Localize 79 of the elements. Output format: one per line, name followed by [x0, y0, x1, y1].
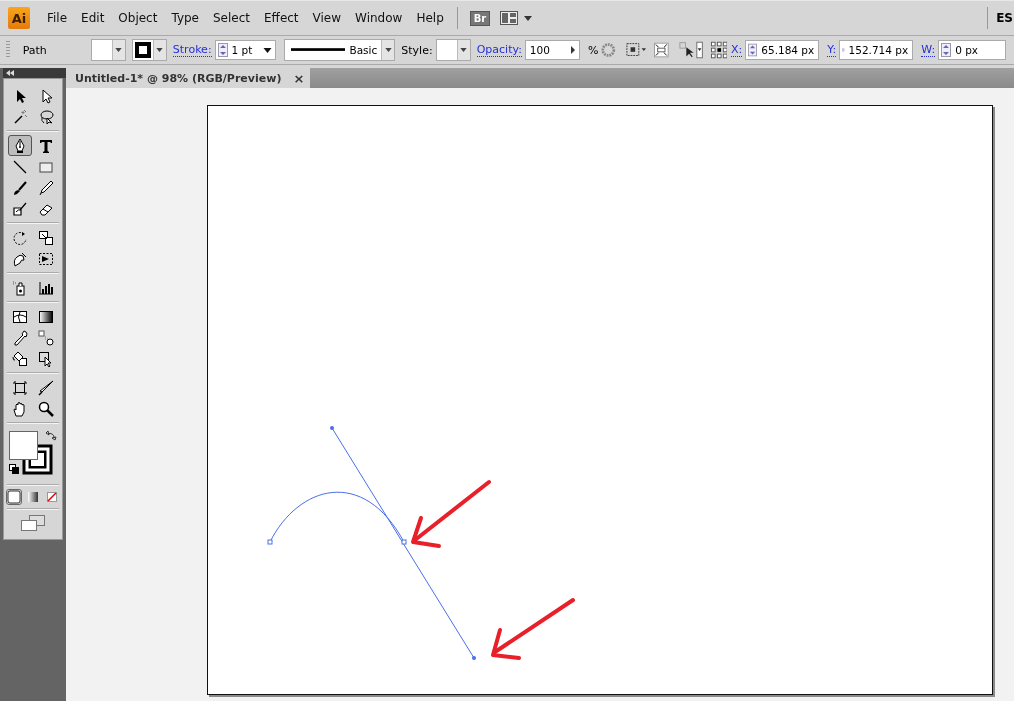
fill-swatch-dropdown[interactable]: [90, 39, 126, 61]
style-swatch-dropdown[interactable]: [435, 39, 471, 61]
brush-icon: [12, 179, 28, 196]
pencil-icon: [38, 179, 54, 196]
recolor-icon[interactable]: [601, 42, 616, 58]
stroke-link[interactable]: Stroke:: [172, 43, 212, 57]
blob-brush-icon: [12, 200, 28, 217]
mesh-icon: [12, 308, 28, 325]
gradient-mode-icon: [26, 490, 40, 504]
play-icon[interactable]: [570, 46, 575, 54]
lasso-icon: [38, 108, 54, 125]
grip-handle[interactable]: [6, 41, 10, 59]
stroke-line-icon: [291, 48, 346, 52]
reference-point-icon[interactable]: [710, 41, 727, 59]
caret-icon: [460, 48, 468, 52]
fill-mode-button[interactable]: [44, 489, 60, 505]
align-icon[interactable]: [626, 42, 647, 58]
stroke-weight-field[interactable]: 1 pt: [214, 40, 277, 60]
caret-icon: [156, 48, 164, 52]
menu-item[interactable]: Effect: [257, 11, 306, 25]
app-logo: Ai: [8, 7, 30, 29]
caret-icon: [384, 48, 392, 52]
bridge-button[interactable]: Br: [469, 10, 491, 26]
scale-icon: [38, 229, 54, 246]
opacity-field[interactable]: 100: [524, 40, 580, 60]
symbol-sprayer-icon: [12, 279, 28, 296]
opacity-link[interactable]: Opacity:: [476, 43, 522, 57]
selection-type-label: Path: [22, 43, 47, 57]
type-icon: [38, 137, 54, 154]
document-tab[interactable]: Untitled-1* @ 98% (RGB/Preview) ×: [66, 68, 311, 88]
w-link[interactable]: W:: [921, 43, 936, 57]
slice-icon: [38, 379, 54, 396]
blend-icon: [38, 329, 54, 346]
layout-icon[interactable]: [500, 11, 519, 25]
caret-icon: [115, 48, 123, 52]
caret-icon: [263, 47, 273, 53]
menu-item[interactable]: Type: [164, 11, 206, 25]
x-link[interactable]: X:: [731, 43, 743, 57]
live-paint-select-icon: [38, 350, 54, 367]
menu-item[interactable]: File: [40, 11, 75, 25]
stroke-swatch-dropdown[interactable]: [131, 39, 167, 61]
brush-style-dropdown[interactable]: Basic: [284, 39, 396, 61]
live-paint-icon: [12, 350, 28, 367]
gradient-icon: [38, 308, 54, 325]
fill-mode-button[interactable]: [6, 489, 22, 505]
isolate-selection-icon[interactable]: [678, 41, 703, 59]
menu-item[interactable]: Select: [206, 11, 258, 25]
menu-item[interactable]: View: [305, 11, 349, 25]
fill-mode-button[interactable]: [25, 489, 41, 505]
percent-label: %: [587, 43, 599, 57]
screen-mode-icon[interactable]: [21, 515, 45, 531]
caret-icon[interactable]: [524, 15, 533, 21]
warp-icon: [12, 250, 28, 267]
style-label: Style:: [401, 43, 433, 57]
collapse-icon[interactable]: [6, 70, 14, 76]
menu-item[interactable]: Edit: [74, 11, 112, 25]
transform-icon[interactable]: [654, 42, 669, 58]
menu-item[interactable]: Help: [409, 11, 451, 25]
color-mode-icon: [7, 490, 21, 504]
hand-icon: [12, 400, 28, 417]
rotate-icon: [12, 229, 28, 246]
artboard-icon: [12, 379, 28, 396]
none-mode-icon: [45, 490, 59, 504]
w-field[interactable]: 0 px: [938, 40, 1006, 60]
tool-button[interactable]: [8, 135, 32, 156]
graph-icon: [38, 279, 54, 296]
y-link[interactable]: Y:: [827, 43, 837, 57]
zoom-icon: [38, 400, 54, 417]
line-icon: [12, 158, 28, 175]
menu-item[interactable]: Object: [111, 11, 165, 25]
free-transform-icon: [38, 250, 54, 267]
x-field[interactable]: 65.184 px: [745, 40, 820, 60]
y-field[interactable]: 152.714 px: [839, 40, 914, 60]
eyedropper-icon: [12, 329, 28, 346]
menu-item[interactable]: Window: [348, 11, 410, 25]
magic-wand-icon: [12, 108, 28, 125]
workspace-label[interactable]: ES: [996, 11, 1013, 25]
close-button[interactable]: ×: [293, 70, 305, 86]
fill-stroke-swatches-icon[interactable]: [8, 430, 58, 478]
